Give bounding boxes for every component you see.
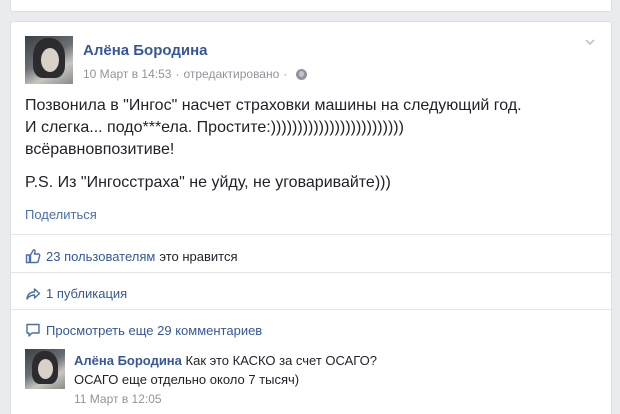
shares-row: 1 публикация [25, 285, 127, 301]
share-link[interactable]: Поделиться [25, 207, 97, 222]
likes-suffix: это нравится [159, 248, 238, 264]
view-more-comments-link[interactable]: Просмотреть еще 29 комментариев [46, 323, 262, 338]
post-author-name[interactable]: Алёна Бородина [83, 42, 208, 59]
likes-row: 23 пользователям это нравится [25, 248, 238, 264]
author-avatar[interactable] [25, 36, 73, 84]
comment-avatar[interactable] [25, 349, 65, 389]
globe-icon[interactable] [296, 68, 308, 80]
share-arrow-icon[interactable] [25, 285, 41, 301]
divider [11, 272, 611, 273]
meta-separator: · [175, 67, 180, 81]
comment-text-line1: Как это КАСКО за счет ОСАГО? [185, 353, 377, 368]
post-text-line: всёравновпозитиве! [25, 141, 175, 158]
post-card: Алёна Бородина 10 Март в 14:53 · отредак… [10, 21, 612, 414]
previous-post-card [10, 0, 612, 12]
divider [11, 309, 611, 310]
post-text: Позвонила в "Ингос" насчет страховки маш… [25, 95, 595, 194]
post-text-line: И слегка... подо***ела. Простите:)))))))… [25, 119, 404, 136]
comment-bubble-icon [25, 322, 41, 338]
post-meta: 10 Март в 14:53 · отредактировано · [83, 67, 308, 81]
avatar-face [41, 48, 59, 72]
comment: Алёна Бородина Как это КАСКО за счет ОСА… [74, 351, 594, 389]
thumbs-up-icon[interactable] [25, 248, 41, 264]
post-text-ps: P.S. Из "Ингосстраха" не уйду, не уговар… [25, 174, 391, 191]
post-text-line: Позвонила в "Ингос" насчет страховки маш… [25, 97, 522, 114]
comment-text-line2: ОСАГО еще отдельно около 7 тысяч) [74, 372, 300, 387]
likes-count-link[interactable]: 23 пользователям [46, 249, 155, 264]
comment-author-name[interactable]: Алёна Бородина [74, 353, 182, 368]
avatar-face [38, 359, 53, 379]
shares-count-link[interactable]: 1 публикация [46, 286, 127, 301]
view-more-comments-row: Просмотреть еще 29 комментариев [25, 322, 262, 338]
meta-separator-2: · [283, 67, 288, 81]
post-date[interactable]: 10 Март в 14:53 [83, 67, 171, 81]
divider [11, 234, 611, 235]
edited-label[interactable]: отредактировано [183, 67, 279, 81]
chevron-down-icon[interactable] [585, 37, 595, 47]
comment-timestamp[interactable]: 11 Март в 12:05 [74, 392, 162, 406]
